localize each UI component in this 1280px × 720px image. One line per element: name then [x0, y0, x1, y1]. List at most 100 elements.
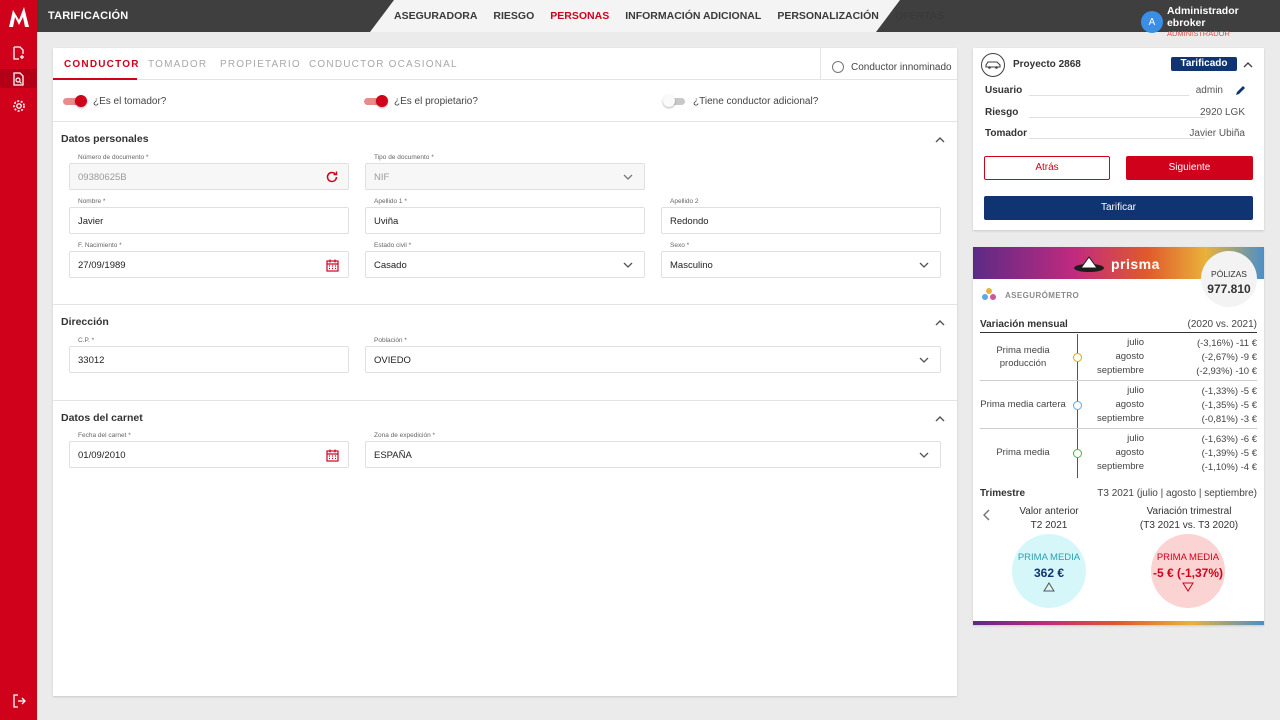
sexo-label: Sexo * — [670, 242, 690, 249]
nav-ofertas[interactable]: OFERTAS — [895, 10, 944, 22]
collapse-chevron-up-icon[interactable] — [935, 133, 945, 147]
trimestre-period: T3 2021 (julio | agosto | septiembre) — [1097, 488, 1257, 499]
nombre-label: Nombre * — [78, 198, 106, 205]
usuario-value: admin — [1195, 85, 1223, 96]
prisma-bottom-bar — [973, 621, 1264, 625]
nombre-field[interactable]: Nombre * Javier — [69, 198, 349, 234]
group-values: (-3,16%) -11 € (-2,67%) -9 € (-2,93%) -1… — [1196, 338, 1257, 377]
section-title-datos-personales: Datos personales — [61, 133, 149, 145]
section-title-direccion: Dirección — [61, 316, 109, 328]
group-values: (-1,63%) -6 € (-1,39%) -5 € (-1,10%) -4 … — [1201, 434, 1257, 473]
logout-icon[interactable] — [10, 692, 27, 709]
search-document-icon[interactable] — [0, 69, 37, 88]
tab-conductor[interactable]: CONDUCTOR — [64, 59, 140, 70]
circle-value: -5 € (-1,37%) — [1152, 566, 1224, 580]
estado-civil-label: Estado civil * — [374, 242, 412, 249]
conductor-innominado-option[interactable]: Conductor innominado — [832, 61, 952, 73]
apellido2-label: Apellido 2 — [670, 198, 699, 205]
zona-expedicion-select[interactable]: Zona de expedición * ESPAÑA — [365, 432, 941, 468]
conductor-innominado-radio[interactable] — [832, 61, 844, 73]
prisma-brand-text: prisma — [1111, 256, 1160, 272]
numero-documento-value: 09380625B — [78, 172, 127, 183]
status-badge: Tarificado — [1171, 57, 1237, 71]
asegurometro-title: ASEGURÓMETRO — [1005, 290, 1080, 300]
estado-civil-select[interactable]: Estado civil * Casado — [365, 242, 645, 278]
tipo-documento-value: NIF — [374, 172, 390, 183]
conductor-adicional-label: ¿Tiene conductor adicional? — [693, 95, 819, 107]
collapse-chevron-up-icon[interactable] — [1243, 58, 1253, 72]
nav-personas[interactable]: PERSONAS — [550, 10, 609, 22]
calendar-icon[interactable] — [325, 448, 339, 462]
group-prima-media-produccion: Prima media producción julio agosto sept… — [980, 334, 1257, 381]
sexo-select[interactable]: Sexo * Masculino — [661, 242, 941, 278]
tab-tomador[interactable]: TOMADOR — [148, 59, 207, 70]
trimestre-title: Trimestre — [980, 488, 1026, 499]
tab-conductor-ocasional[interactable]: CONDUCTOR OCASIONAL — [309, 59, 458, 70]
car-icon — [981, 53, 1005, 77]
apellido1-field[interactable]: Apellido 1 * Uviña — [365, 198, 645, 234]
collapse-chevron-up-icon[interactable] — [935, 316, 945, 330]
nav-riesgo[interactable]: RIESGO — [493, 10, 534, 22]
tipo-documento-select[interactable]: Tipo de documento * NIF — [365, 154, 645, 190]
conductor-adicional-switch[interactable] — [663, 95, 687, 107]
es-propietario-switch[interactable] — [364, 95, 388, 107]
top-bar: TARIFICACIÓN ASEGURADORA RIESGO PERSONAS… — [37, 0, 1280, 38]
new-document-icon[interactable] — [10, 44, 27, 61]
row-divider — [1029, 117, 1205, 118]
es-tomador-label: ¿Es el tomador? — [93, 95, 167, 107]
row-divider — [1029, 138, 1205, 139]
circle-value: 362 € — [1033, 566, 1065, 580]
nav-informacion-adicional[interactable]: INFORMACIÓN ADICIONAL — [625, 10, 761, 22]
polizas-counter: PÓLIZAS 977.810 — [1201, 251, 1257, 307]
chevron-down-icon — [917, 448, 931, 462]
circle-label: PRIMA MEDIA — [1156, 552, 1220, 563]
avatar: A — [1141, 11, 1163, 33]
valor-anterior-period: T2 2021 — [1030, 520, 1068, 531]
numero-documento-field[interactable]: Número de documento * 09380625B — [69, 154, 349, 190]
zona-expedicion-label: Zona de expedición * — [374, 432, 436, 439]
poblacion-select[interactable]: Población * OVIEDO — [365, 337, 941, 373]
prima-media-variacion-circle: PRIMA MEDIA -5 € (-1,37%) — [1151, 534, 1225, 608]
app-logo[interactable] — [6, 4, 32, 30]
siguiente-button[interactable]: Siguiente — [1126, 156, 1253, 180]
tarificar-button[interactable]: Tarificar — [984, 196, 1253, 220]
chevron-down-icon — [621, 258, 635, 272]
project-summary-card: Proyecto 2868 Tarificado Usuario admin R… — [973, 48, 1264, 230]
settings-gear-icon[interactable] — [10, 97, 27, 114]
calendar-icon[interactable] — [325, 258, 339, 272]
variacion-mensual-header: Variación mensual (2020 vs. 2021) — [980, 319, 1257, 333]
section-direccion: Dirección C.P. * 33012 Población * OVIED… — [53, 306, 957, 401]
section-title-datos-carnet: Datos del carnet — [61, 412, 143, 424]
apellido1-label: Apellido 1 * — [374, 198, 407, 205]
tabs-divider — [820, 48, 821, 80]
nav-aseguradora[interactable]: ASEGURADORA — [394, 10, 477, 22]
codigo-postal-value: 33012 — [78, 355, 105, 366]
variacion-mensual-title: Variación mensual — [980, 319, 1068, 330]
edit-pencil-icon[interactable] — [1234, 84, 1247, 100]
variacion-mensual-period: (2020 vs. 2021) — [1187, 319, 1258, 330]
valor-anterior-title: Valor anterior — [1019, 506, 1079, 517]
fecha-carnet-field[interactable]: Fecha del carnet * 01/09/2010 — [69, 432, 349, 468]
refresh-icon[interactable] — [325, 170, 339, 184]
fecha-nacimiento-field[interactable]: F. Nacimiento * 27/09/1989 — [69, 242, 349, 278]
apellido2-field[interactable]: Apellido 2 Redondo — [661, 198, 941, 234]
codigo-postal-label: C.P. * — [78, 337, 95, 344]
codigo-postal-field[interactable]: C.P. * 33012 — [69, 337, 349, 373]
project-title: Proyecto 2868 — [1013, 59, 1081, 70]
chevron-down-icon — [917, 258, 931, 272]
toggle-es-tomador: ¿Es el tomador? — [63, 95, 166, 107]
chevron-left-icon[interactable] — [982, 509, 991, 524]
user-menu[interactable]: A Administrador ebroker ADMINISTRADOR — [1141, 5, 1280, 39]
collapse-chevron-up-icon[interactable] — [935, 412, 945, 426]
fecha-nacimiento-value: 27/09/1989 — [78, 260, 126, 271]
atras-button[interactable]: Atrás — [984, 156, 1110, 180]
section-datos-carnet: Datos del carnet Fecha del carnet * 01/0… — [53, 402, 957, 494]
tab-propietario[interactable]: PROPIETARIO — [220, 59, 301, 70]
nav-personalizacion[interactable]: PERSONALIZACIÓN — [777, 10, 879, 22]
user-name: Administrador ebroker — [1166, 5, 1239, 29]
section-datos-personales: Datos personales Número de documento * 0… — [53, 123, 957, 305]
es-tomador-switch[interactable] — [63, 95, 87, 107]
group-months: julio agosto septiembre — [1097, 337, 1144, 376]
user-role: ADMINISTRADOR — [1166, 29, 1230, 38]
group-label: Prima media producción — [996, 345, 1050, 369]
